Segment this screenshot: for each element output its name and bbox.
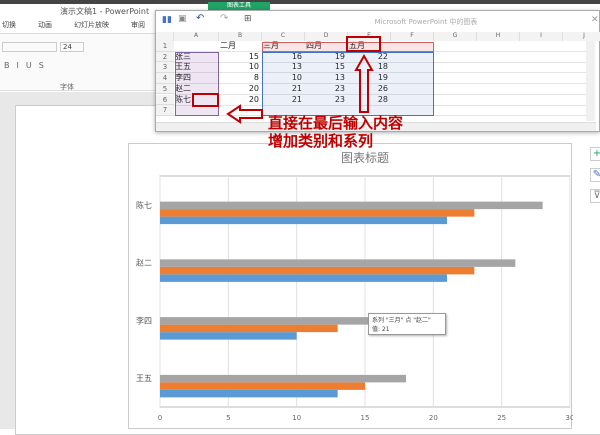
row-header[interactable]: 6 (156, 94, 174, 106)
cell[interactable]: 20 (220, 95, 261, 105)
tab-slideshow[interactable]: 幻灯片放映 (74, 20, 109, 32)
y-category-label: 陈七 (136, 200, 152, 210)
row-header[interactable]: 5 (156, 83, 174, 95)
column-header[interactable]: C (262, 32, 305, 41)
bar-chart: 图表标题 0 5 10 15 20 25 30 王五 李四 赵二 陈七 (136, 151, 574, 422)
values-range (262, 52, 434, 116)
bar-三月-王五 (160, 389, 338, 398)
vertical-scrollbar[interactable] (586, 41, 595, 121)
row-header[interactable]: 7 (156, 105, 174, 116)
close-icon[interactable]: ✕ (591, 15, 599, 25)
column-header[interactable]: I (520, 32, 563, 41)
x-tick-label: 15 (361, 414, 370, 422)
bar-三月-赵二 (160, 274, 447, 282)
bar-四月-李四 (160, 324, 338, 333)
chart-icon: ▮▮ (162, 15, 172, 25)
select-all[interactable] (156, 32, 174, 41)
row-header[interactable]: 3 (156, 62, 174, 74)
font-name-select[interactable] (2, 42, 57, 52)
edit-in-excel-icon[interactable]: ⊞ (244, 14, 252, 24)
chart-object[interactable]: 图表标题 0 5 10 15 20 25 30 王五 李四 赵二 陈七 (128, 143, 574, 429)
column-header[interactable]: D (305, 32, 348, 41)
window-top-bar (0, 0, 600, 4)
font-size-select[interactable]: 24 (60, 42, 84, 52)
column-header[interactable]: G (434, 32, 477, 41)
row-header[interactable]: 2 (156, 51, 174, 63)
tab-review[interactable]: 审阅 (131, 20, 145, 32)
ribbon-font-group: 24 BIUS 字体 (0, 33, 155, 91)
chart-tools-tab[interactable]: 图表工具 (208, 2, 270, 10)
highlight-box-chenqi (192, 93, 219, 107)
cell[interactable]: 二月 (220, 41, 261, 51)
cell[interactable] (175, 41, 218, 51)
font-group-label: 字体 (60, 83, 74, 91)
chart-title: 图表标题 (341, 151, 389, 165)
tooltip-value: 值: 21 (372, 326, 390, 333)
window-title: 演示文稿1 - PowerPoint (60, 7, 150, 16)
bar-五月-陈七 (160, 201, 543, 210)
y-category-label: 李四 (136, 315, 152, 325)
chart-elements-plus-icon[interactable]: + (590, 147, 600, 161)
y-category-label: 赵二 (136, 258, 152, 268)
x-tick-label: 20 (429, 414, 438, 422)
highlight-box-wuyue (346, 36, 381, 52)
tooltip-series: 系列 "三月" 点 "赵二" (372, 317, 431, 324)
spreadsheet-title: Microsoft PowerPoint 中的图表 (374, 18, 478, 26)
column-header[interactable]: B (219, 32, 262, 41)
row-header[interactable]: 4 (156, 73, 174, 84)
row-header[interactable]: 1 (156, 41, 174, 52)
font-format-buttons[interactable]: BIUS (4, 61, 51, 70)
bar-三月-陈七 (160, 216, 447, 225)
x-tick-label: 25 (497, 414, 506, 422)
up-arrow-icon (354, 54, 374, 113)
cell[interactable]: 20 (220, 84, 261, 94)
bar-五月-王五 (160, 374, 406, 383)
cell[interactable]: 8 (220, 73, 261, 83)
chart-styles-brush-icon[interactable]: ✎ (590, 168, 600, 182)
column-header[interactable]: J (563, 32, 600, 41)
bar-四月-王五 (160, 382, 365, 390)
chart-filter-icon[interactable]: ⊽ (590, 189, 600, 203)
column-header[interactable]: H (477, 32, 520, 41)
cell[interactable]: 10 (220, 62, 261, 72)
x-tick-label: 10 (292, 414, 301, 422)
column-header[interactable]: F (391, 32, 434, 41)
tab-transitions[interactable]: 切换 (2, 20, 16, 32)
y-category-label: 王五 (136, 374, 152, 383)
left-arrow-icon (226, 104, 263, 124)
chart-tooltip: 系列 "三月" 点 "赵二" 值: 21 (368, 313, 446, 335)
cell[interactable]: 15 (220, 52, 261, 62)
save-icon[interactable]: ▣ (178, 14, 187, 24)
ribbon-tabs: 切换 动画 幻灯片放映 审阅 视 (0, 20, 174, 32)
column-header[interactable]: A (174, 32, 219, 41)
bar-五月-赵二 (160, 259, 516, 267)
x-tick-label: 30 (566, 414, 573, 422)
x-tick-label: 5 (226, 414, 230, 422)
redo-icon[interactable]: ↷ (220, 13, 228, 24)
annotation-line2: 增加类别和系列 (268, 132, 374, 150)
bar-四月-陈七 (160, 209, 475, 217)
x-tick-label: 0 (158, 414, 162, 422)
bar-四月-赵二 (160, 266, 475, 275)
tab-animations[interactable]: 动画 (38, 20, 52, 32)
undo-icon[interactable]: ↶ (196, 13, 204, 24)
bar-三月-李四 (160, 332, 297, 340)
